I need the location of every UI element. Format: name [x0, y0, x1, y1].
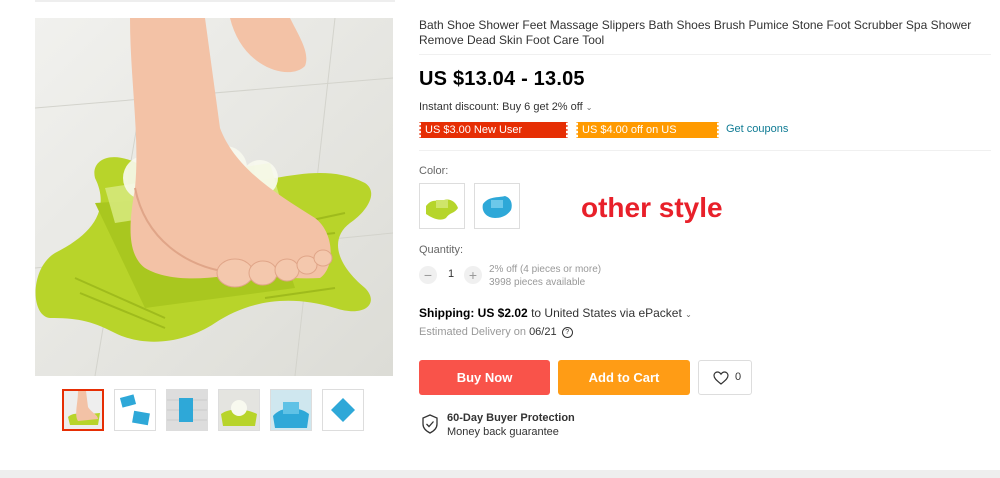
quantity-value[interactable]: 1: [444, 268, 458, 280]
green-scrubber-icon: [426, 199, 458, 220]
product-title: Bath Shoe Shower Feet Massage Slippers B…: [419, 18, 972, 47]
shield-check-icon: [422, 414, 438, 434]
help-icon[interactable]: ?: [561, 326, 573, 338]
coupon-store[interactable]: US $4.00 off on US $128.00: [575, 122, 720, 152]
other-style-annotation: other style: [581, 192, 723, 223]
bulk-discount-note: 2% off (4 pieces or more): [489, 264, 602, 275]
thumbnail-3[interactable]: [166, 389, 208, 431]
shipping-info[interactable]: Shipping: US $2.02 to United States via …: [419, 306, 692, 320]
heart-icon: [713, 371, 729, 385]
instant-discount[interactable]: Instant discount: Buy 6 get 2% off ⌄: [419, 101, 592, 113]
thumbnail-2[interactable]: [114, 389, 156, 431]
main-product-image[interactable]: [35, 18, 393, 376]
buyer-protection-subtitle: Money back guarantee: [447, 426, 559, 438]
quantity-plus-button[interactable]: +: [464, 266, 482, 284]
chevron-down-icon: ⌄: [585, 103, 593, 112]
blue-scrubber-icon: [482, 196, 512, 218]
wishlist-button[interactable]: 0: [698, 360, 752, 395]
thumbnail-5[interactable]: [270, 389, 312, 431]
quantity-info: 2% off (4 pieces or more) 3998 pieces av…: [489, 263, 601, 289]
wishlist-count: 0: [735, 371, 742, 383]
buyer-protection-title: 60-Day Buyer Protection: [447, 412, 575, 424]
add-to-cart-button[interactable]: Add to Cart: [558, 360, 690, 395]
foot-scrubber-illustration: [35, 18, 393, 376]
shipping-amount: US $2.02: [477, 306, 528, 320]
divider: [419, 150, 991, 151]
buy-now-button[interactable]: Buy Now: [419, 360, 550, 395]
quantity-label: Quantity:: [419, 244, 464, 256]
estimated-delivery: Estimated Delivery on 06/21 ?: [419, 326, 573, 338]
delivery-prefix: Estimated Delivery on: [419, 326, 526, 338]
quantity-minus-button[interactable]: −: [419, 266, 437, 284]
color-swatch-blue[interactable]: [474, 183, 520, 229]
instant-discount-text: Instant discount: Buy 6 get 2% off: [419, 101, 583, 113]
bottom-divider: [0, 470, 1000, 478]
get-coupons-link[interactable]: Get coupons: [726, 123, 788, 135]
thumbnail-6[interactable]: [322, 389, 364, 431]
shipping-destination: to United States via ePacket: [531, 306, 682, 320]
shipping-label: Shipping:: [419, 306, 475, 320]
pieces-available: 3998 pieces available: [489, 277, 586, 288]
top-divider: [35, 0, 395, 2]
delivery-date: 06/21: [529, 326, 557, 338]
thumbnail-4[interactable]: [218, 389, 260, 431]
color-swatch-green[interactable]: [419, 183, 465, 229]
chevron-down-icon: ⌄: [685, 310, 692, 319]
coupon-new-user[interactable]: US $3.00 New User Coupon: [418, 122, 569, 152]
divider: [419, 54, 991, 55]
product-price: US $13.04 - 13.05: [419, 68, 585, 90]
color-label: Color:: [419, 165, 449, 177]
thumbnail-1[interactable]: [62, 389, 104, 431]
